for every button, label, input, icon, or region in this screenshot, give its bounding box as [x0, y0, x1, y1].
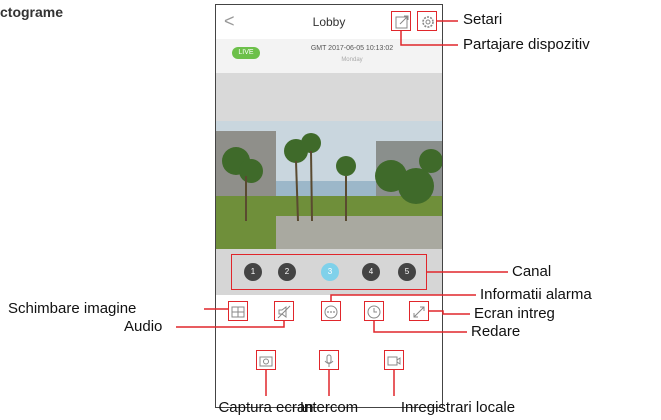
- label-audio: Audio: [124, 318, 163, 335]
- label-canal: Canal: [512, 263, 552, 280]
- label-intercom: Intercom: [299, 399, 359, 416]
- label-ecran-intreg: Ecran intreg: [474, 305, 555, 322]
- label-informatii-alarma: Informatii alarma: [480, 286, 592, 303]
- label-redare: Redare: [471, 323, 521, 340]
- label-setari: Setari: [463, 11, 503, 28]
- label-schimbare-imagine: Schimbare imagine: [8, 300, 137, 317]
- label-partajare-dispozitiv: Partajare dispozitiv: [463, 36, 590, 53]
- label-inregistrari-locale: Inregistrari locale: [400, 399, 516, 416]
- leader-lines: [176, 20, 508, 396]
